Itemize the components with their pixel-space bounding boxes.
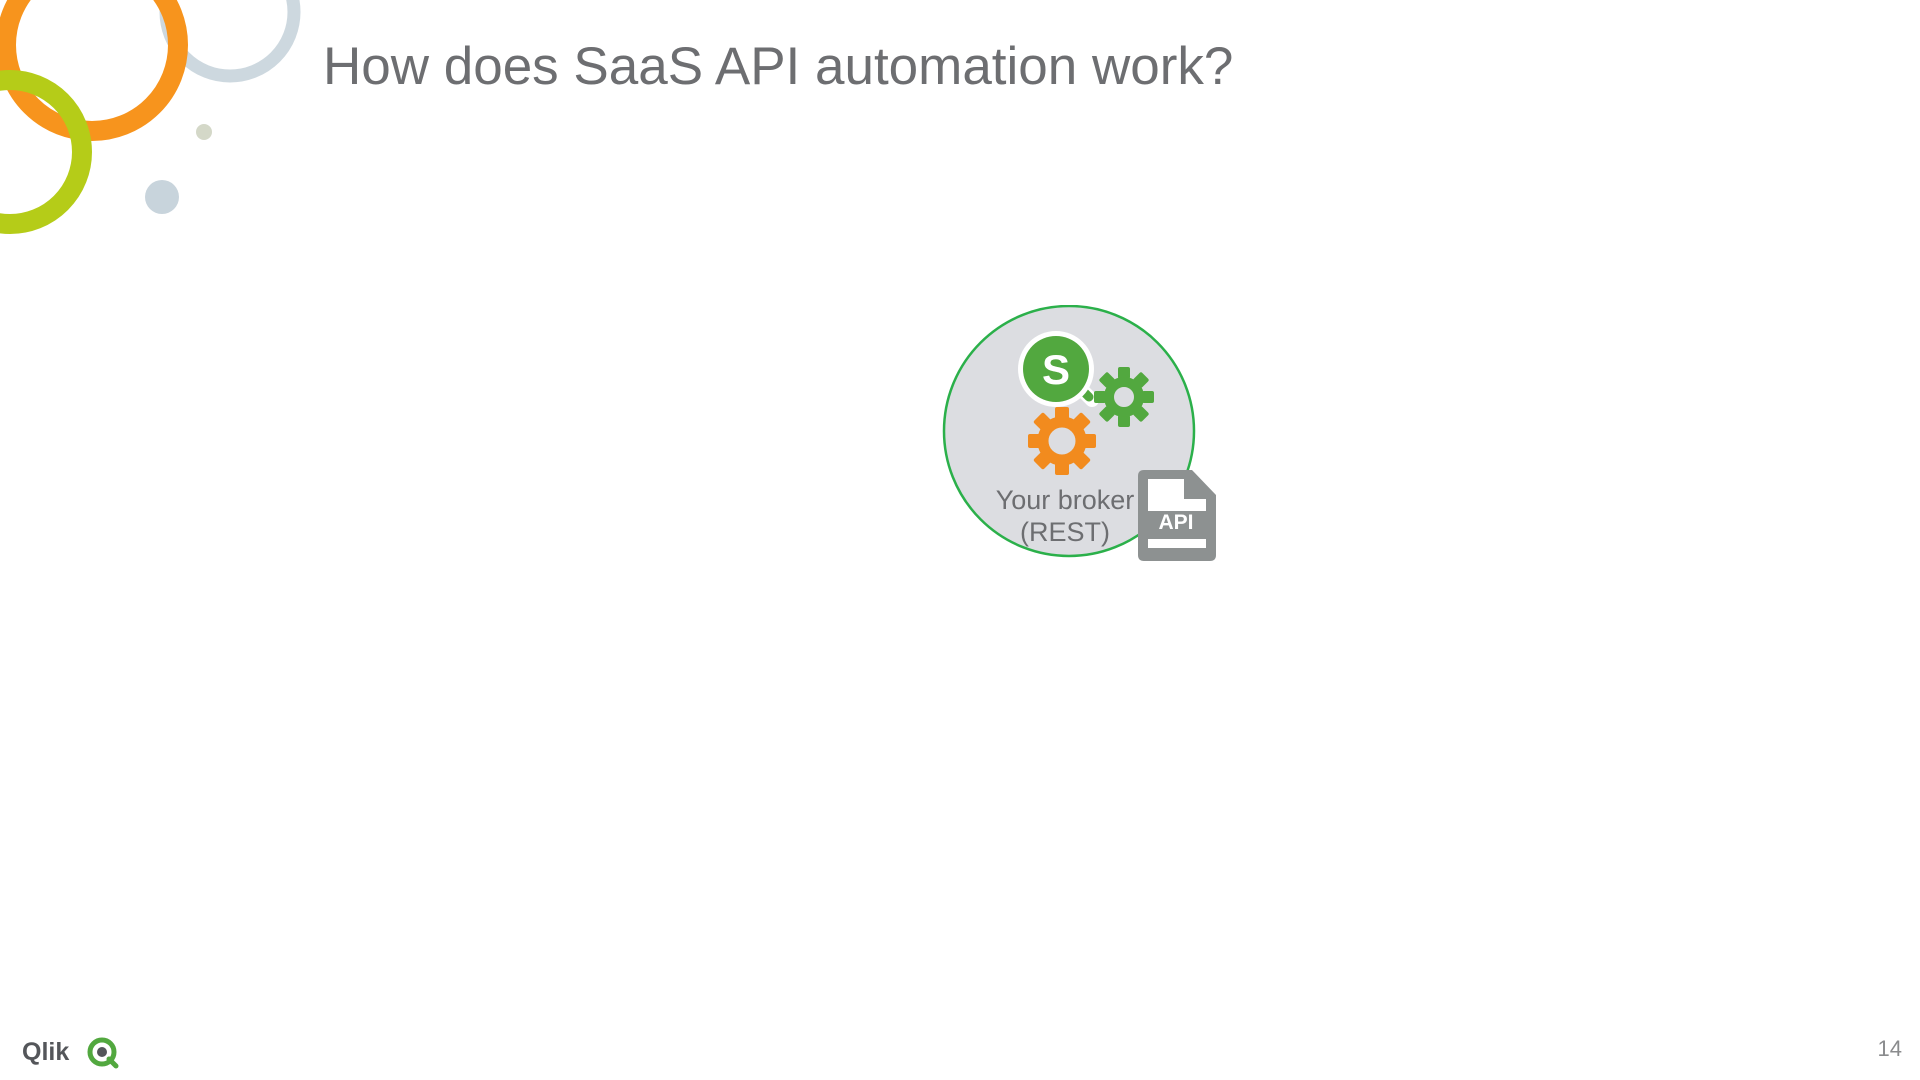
- decorative-circles: [0, 0, 301, 234]
- broker-label: Your broker (REST): [975, 484, 1155, 548]
- qlik-q-icon: [87, 1037, 119, 1069]
- decor-ring-orange: [0, 0, 188, 141]
- qlik-logo-text: Qlik: [22, 1038, 69, 1066]
- qlik-logo: Qlik: [22, 1037, 119, 1069]
- page-title: How does SaaS API automation work?: [323, 37, 1234, 96]
- page-number: 14: [1877, 1036, 1902, 1061]
- qlik-s-badge-icon: S: [1018, 331, 1099, 407]
- decor-dot-blue: [145, 180, 179, 214]
- slide: How does SaaS API automation work? S API…: [0, 0, 1920, 1080]
- s-badge-letter: S: [1042, 346, 1070, 393]
- decor-dot-small: [196, 124, 212, 140]
- api-badge-text: API: [1158, 511, 1193, 534]
- broker-label-line2: (REST): [1020, 517, 1110, 547]
- broker-label-line1: Your broker: [995, 485, 1135, 515]
